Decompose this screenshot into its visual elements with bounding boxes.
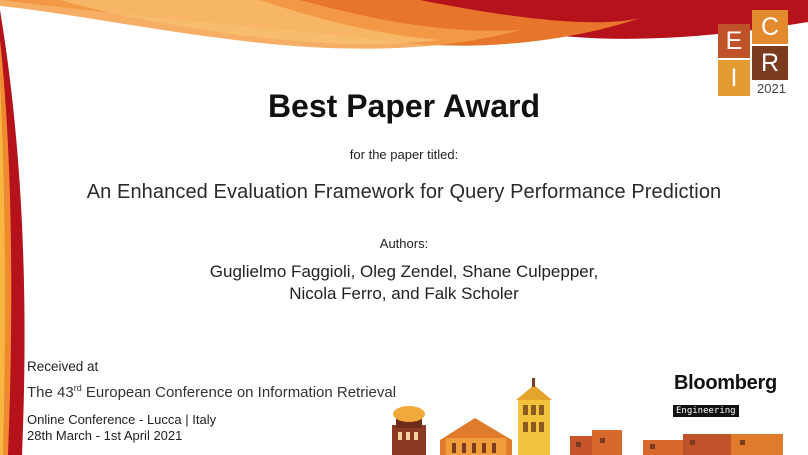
logo-letter-r: R (760, 49, 780, 77)
sponsor-tag: Engineering (673, 405, 739, 417)
sponsor-logo-text: Bloomberg (674, 372, 777, 394)
authors-line-1: Guglielmo Faggioli, Oleg Zendel, Shane C… (209, 262, 599, 281)
conference-name: The 43rd European Conference on Informat… (27, 383, 396, 401)
logo-letter-c: C (760, 13, 780, 41)
logo-letter-e: E (725, 27, 743, 55)
award-title: Best Paper Award (267, 88, 541, 124)
authors-label: Authors: (379, 236, 429, 251)
authors-line-2: Nicola Ferro, and Falk Scholer (289, 284, 519, 303)
conference-prefix: The 43 (27, 384, 74, 401)
venue-location: Online Conference - Lucca | Italy (27, 412, 217, 427)
paper-intro-label: for the paper titled: (349, 147, 459, 162)
received-label: Received at (27, 359, 99, 374)
conference-title: European Conference on Information Retri… (81, 384, 397, 401)
paper-title: An Enhanced Evaluation Framework for Que… (86, 181, 722, 203)
venue-dates: 28th March - 1st April 2021 (27, 428, 183, 443)
authors-list: Guglielmo Faggioli, Oleg Zendel, Shane C… (0, 261, 808, 305)
conference-ordinal: rd (73, 383, 82, 393)
venue-info: Online Conference - Lucca | Italy 28th M… (27, 412, 216, 444)
